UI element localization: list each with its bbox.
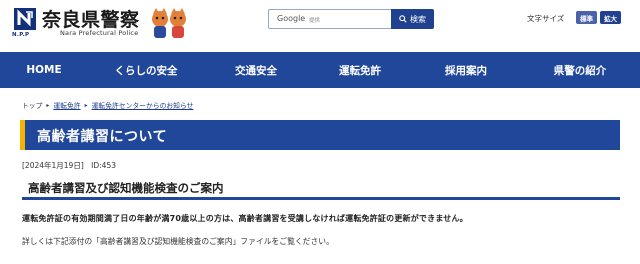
mascot-illustration bbox=[152, 8, 186, 38]
search-button[interactable]: 検索 bbox=[391, 9, 434, 29]
font-size-label: 文字サイズ bbox=[527, 14, 565, 23]
body-paragraph: 詳しくは下記添付の「高齢者講習及び認知機能検査のご案内」ファイルをご覧ください。 bbox=[22, 237, 334, 246]
site-subtitle: Nara Prefectural Police bbox=[60, 29, 139, 37]
site-title[interactable]: 奈良県警察 bbox=[42, 5, 140, 32]
police-logo-icon[interactable] bbox=[14, 8, 36, 30]
nav-item-about[interactable]: 県警の紹介 bbox=[520, 52, 640, 88]
site-header: N.P.P 奈良県警察 Nara Prefectural Police Goog… bbox=[0, 0, 640, 52]
site-search: Google 提供 検索 bbox=[268, 9, 434, 29]
article-id: ID:453 bbox=[91, 161, 116, 170]
font-size-normal-button[interactable]: 標準 bbox=[576, 11, 597, 24]
page-title-bar: 高齢者講習について bbox=[20, 120, 620, 150]
font-size-large-button[interactable]: 拡大 bbox=[600, 11, 621, 24]
nav-item-recruit[interactable]: 採用案内 bbox=[412, 52, 520, 88]
nav-item-traffic-safety[interactable]: 交通安全 bbox=[204, 52, 308, 88]
logo-caption: N.P.P bbox=[12, 32, 30, 38]
chevron-right-icon: ▸ bbox=[46, 101, 50, 109]
nav-item-life-safety[interactable]: くらしの安全 bbox=[88, 52, 204, 88]
search-input[interactable]: Google 提供 bbox=[268, 9, 392, 29]
global-nav: HOME くらしの安全 交通安全 運転免許 採用案内 県警の紹介 bbox=[0, 52, 640, 88]
breadcrumb-driver-license[interactable]: 運転免許 bbox=[53, 100, 80, 110]
section-heading-bar: 高齢者講習及び認知機能検査のご案内 bbox=[22, 178, 620, 200]
search-placeholder: 提供 bbox=[309, 18, 321, 24]
search-button-label: 検索 bbox=[410, 14, 426, 24]
search-brand: Google bbox=[277, 14, 306, 23]
article-date: [2024年1月19日] bbox=[22, 161, 84, 170]
article-meta: [2024年1月19日] ID:453 bbox=[22, 160, 116, 171]
breadcrumb-top[interactable]: トップ bbox=[22, 100, 42, 110]
nav-item-driver-license[interactable]: 運転免許 bbox=[308, 52, 412, 88]
breadcrumb-license-center-news[interactable]: 運転免許センターからのお知らせ bbox=[92, 100, 194, 110]
breadcrumb: トップ ▸ 運転免許 ▸ 運転免許センターからのお知らせ bbox=[22, 100, 194, 111]
page-title: 高齢者講習について bbox=[37, 129, 168, 145]
search-icon bbox=[399, 15, 407, 23]
chevron-right-icon: ▸ bbox=[84, 101, 88, 109]
nav-item-home[interactable]: HOME bbox=[0, 52, 88, 88]
section-heading: 高齢者講習及び認知機能検査のご案内 bbox=[28, 181, 224, 195]
lead-text: 運転免許証の有効期間満了日の年齢が満70歳以上の方は、高齢者講習を受講しなければ… bbox=[22, 214, 468, 223]
